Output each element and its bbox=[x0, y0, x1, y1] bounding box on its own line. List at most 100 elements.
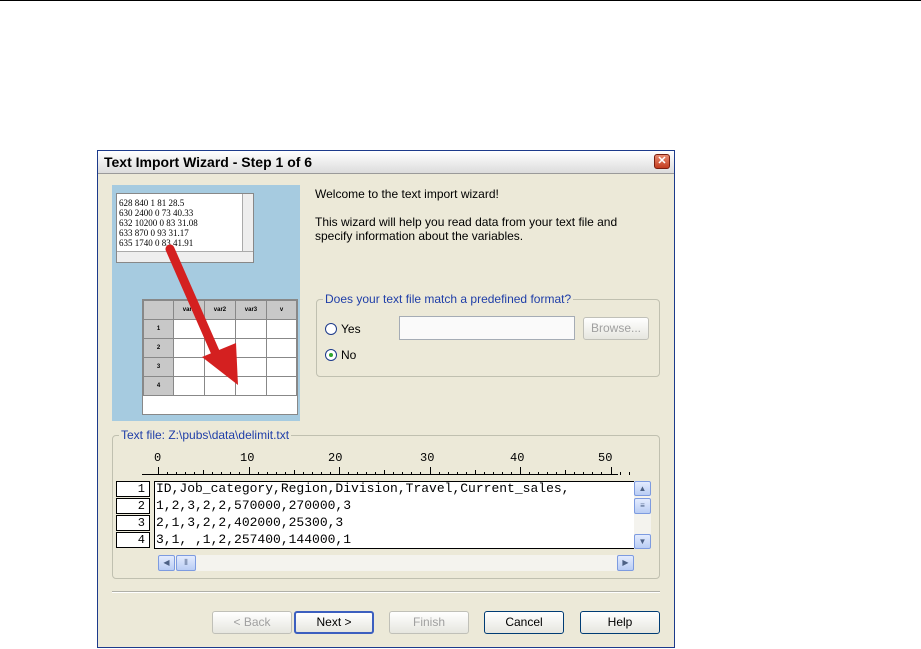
file-preview[interactable]: 1 2 3 4 ID,Job_category,Region,Division,… bbox=[116, 481, 636, 551]
ruler-tick bbox=[510, 472, 512, 475]
ruler-tick bbox=[302, 472, 304, 475]
ruler-tick bbox=[257, 472, 259, 475]
scroll-thumb[interactable]: ≡ bbox=[634, 498, 651, 514]
ruler-tick bbox=[221, 472, 223, 475]
ruler-tick bbox=[501, 472, 503, 475]
row-number: 1 bbox=[116, 481, 150, 497]
scroll-right-button[interactable]: ▶ bbox=[617, 555, 634, 571]
text-import-wizard-dialog: Text Import Wizard - Step 1 of 6 ✕ 628 8… bbox=[97, 150, 675, 648]
ruler-label: 30 bbox=[420, 451, 435, 465]
group-legend: Does your text file match a predefined f… bbox=[323, 292, 574, 306]
ruler-tick bbox=[565, 470, 567, 475]
ruler-tick bbox=[293, 470, 295, 475]
welcome-description: This wizard will help you read data from… bbox=[315, 215, 618, 243]
ruler-tick bbox=[158, 467, 159, 475]
ruler-tick bbox=[411, 472, 413, 475]
no-label: No bbox=[341, 348, 357, 362]
preview-horizontal-scrollbar[interactable]: ◀ ⦀ ▶ bbox=[158, 555, 634, 571]
ruler-tick bbox=[203, 470, 205, 475]
ruler-tick bbox=[547, 472, 549, 475]
ruler-tick bbox=[447, 472, 449, 475]
ruler-tick bbox=[438, 472, 440, 475]
ruler-tick bbox=[402, 472, 404, 475]
ruler-tick bbox=[230, 472, 232, 475]
close-button[interactable]: ✕ bbox=[654, 154, 670, 169]
no-radio[interactable] bbox=[325, 349, 337, 361]
ruler-tick bbox=[212, 472, 214, 475]
ruler-label: 40 bbox=[510, 451, 525, 465]
row-number: 2 bbox=[116, 498, 150, 514]
help-button[interactable]: Help bbox=[580, 611, 660, 634]
ruler-tick bbox=[284, 472, 286, 475]
welcome-text: Welcome to the text import wizard! This … bbox=[315, 187, 645, 257]
grip-icon: ≡ bbox=[640, 501, 645, 510]
ruler-tick bbox=[474, 470, 476, 475]
ruler-tick bbox=[176, 472, 178, 475]
grip-icon: ⦀ bbox=[184, 558, 188, 567]
red-arrow-icon bbox=[165, 244, 238, 385]
arrow-up-icon: ▲ bbox=[638, 484, 647, 493]
ruler-tick bbox=[384, 470, 386, 475]
ruler-tick bbox=[348, 472, 350, 475]
ruler-tick bbox=[266, 472, 268, 475]
ruler-tick bbox=[375, 472, 377, 475]
ruler-tick bbox=[610, 467, 612, 475]
yes-radio-row[interactable]: Yes bbox=[325, 322, 361, 336]
close-icon: ✕ bbox=[657, 155, 667, 167]
ruler-tick bbox=[167, 472, 169, 475]
ruler-tick bbox=[619, 472, 621, 475]
ruler-label: 20 bbox=[328, 451, 343, 465]
top-rule bbox=[0, 0, 921, 1]
ruler-tick bbox=[429, 467, 431, 475]
ruler-tick bbox=[483, 472, 485, 475]
row-text: ID,Job_category,Region,Division,Travel,C… bbox=[156, 481, 570, 496]
ruler-tick bbox=[339, 467, 340, 475]
row-text: 2,1,3,2,2,402000,25300,3 bbox=[156, 515, 344, 530]
preview-vertical-scrollbar[interactable]: ▲ ≡ ▼ bbox=[634, 481, 651, 549]
next-button[interactable]: Next > bbox=[294, 611, 374, 634]
ruler-tick bbox=[393, 472, 395, 475]
ruler-tick bbox=[329, 472, 331, 475]
horizontal-scroll-thumb[interactable]: ⦀ bbox=[176, 555, 196, 571]
cancel-button[interactable]: Cancel bbox=[484, 611, 564, 634]
row-text: 3,1, ,1,2,257400,144000,1 bbox=[156, 532, 352, 547]
ruler-tick bbox=[583, 472, 585, 475]
arrow-right-icon: ▶ bbox=[622, 558, 629, 567]
wizard-illustration: 628 840 1 81 28.5 630 2400 0 73 40.33 632 … bbox=[112, 185, 300, 421]
ruler-tick bbox=[456, 472, 458, 475]
row-number: 3 bbox=[116, 515, 150, 531]
yes-label: Yes bbox=[341, 322, 361, 336]
button-separator bbox=[112, 591, 660, 593]
no-radio-row[interactable]: No bbox=[325, 348, 356, 362]
ruler-tick bbox=[556, 472, 558, 475]
ruler-label: 50 bbox=[598, 451, 613, 465]
ruler-tick bbox=[592, 472, 594, 475]
ruler-tick bbox=[366, 472, 368, 475]
format-path-input[interactable] bbox=[399, 316, 575, 340]
ruler-tick bbox=[465, 472, 467, 475]
title-bar[interactable]: Text Import Wizard - Step 1 of 6 ✕ bbox=[98, 151, 674, 174]
ruler-tick bbox=[311, 472, 313, 475]
finish-button[interactable]: Finish bbox=[389, 611, 469, 634]
ruler-tick bbox=[320, 472, 322, 475]
row-number: 4 bbox=[116, 532, 150, 548]
ruler-tick bbox=[538, 472, 540, 475]
ruler-tick bbox=[420, 472, 422, 475]
ruler-label: 10 bbox=[240, 451, 255, 465]
row-text: 1,2,3,2,2,570000,270000,3 bbox=[156, 498, 352, 513]
ruler-tick bbox=[492, 472, 494, 475]
yes-radio[interactable] bbox=[325, 323, 337, 335]
ruler-tick bbox=[628, 472, 630, 475]
arrow-left-icon: ◀ bbox=[163, 558, 170, 567]
scroll-up-button[interactable]: ▲ bbox=[634, 481, 651, 496]
scroll-left-button[interactable]: ◀ bbox=[158, 555, 175, 571]
predefined-format-group: Does your text file match a predefined f… bbox=[316, 292, 660, 377]
ruler-tick bbox=[248, 467, 250, 475]
back-button[interactable]: < Back bbox=[212, 611, 292, 634]
text-file-legend: Text file: Z:\pubs\data\delimit.txt bbox=[119, 428, 292, 442]
arrow-down-icon: ▼ bbox=[638, 537, 647, 546]
ruler-tick bbox=[239, 472, 241, 475]
ruler-tick bbox=[185, 472, 187, 475]
scroll-down-button[interactable]: ▼ bbox=[634, 534, 651, 549]
browse-button[interactable]: Browse... bbox=[583, 317, 649, 340]
